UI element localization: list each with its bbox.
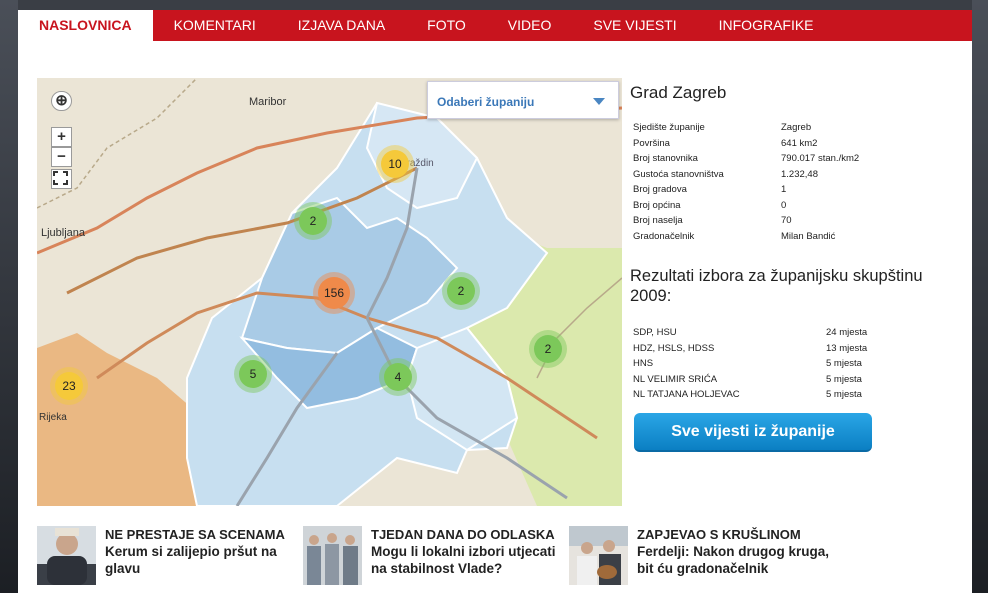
party-name: NL VELIMIR SRIĆA: [633, 373, 718, 385]
county-info-panel: Grad Zagreb Sjedište županije Zagreb Povr…: [630, 78, 960, 452]
party-seats: 5 mjesta: [826, 373, 862, 385]
fact-label: Broj naselja: [633, 215, 683, 226]
fact-value: 641 km2: [781, 137, 818, 149]
fullscreen-icon[interactable]: [51, 169, 72, 189]
cluster-count: 156: [318, 277, 350, 309]
county-news-button[interactable]: Sve vijesti iz županije: [634, 413, 872, 452]
result-row: NL TATJANA HOLJEVAC 5 mjesta: [633, 389, 883, 405]
fact-row: Gustoća stanovništva 1.232,48: [633, 169, 933, 185]
cluster-count: 2: [534, 335, 562, 363]
party-seats: 5 mjesta: [826, 358, 862, 369]
tab-naslovnica[interactable]: NASLOVNICA: [18, 10, 153, 41]
cluster-count: 4: [384, 363, 412, 391]
tab-foto[interactable]: FOTO: [406, 10, 487, 41]
election-results: SDP, HSU 24 mjesta HDZ, HSLS, HDSS 13 mjes…: [633, 327, 883, 405]
fact-value: 1: [781, 184, 787, 195]
tab-video[interactable]: VIDEO: [487, 10, 573, 41]
county-select-label: Odaberi županiju: [437, 95, 535, 109]
fact-label: Broj općina: [633, 199, 681, 211]
fact-row: Gradonačelnik Milan Bandić: [633, 231, 933, 247]
party-seats: 24 mjesta: [826, 327, 868, 338]
result-row: HDZ, HSLS, HDSS 13 mjesta: [633, 343, 883, 359]
news-kicker: NE PRESTAJE SA SCENAMA: [105, 527, 285, 542]
fact-value: Zagreb: [781, 122, 812, 133]
fact-label: Površina: [633, 137, 670, 149]
background-right: [970, 0, 988, 593]
map-cluster-marker[interactable]: 10: [376, 145, 414, 183]
fact-row: Broj gradova 1: [633, 184, 933, 200]
fact-row: Broj naselja 70: [633, 215, 933, 231]
result-row: SDP, HSU 24 mjesta: [633, 327, 883, 343]
news-headline[interactable]: Kerum si zalijepio pršut na glavu: [105, 543, 295, 577]
news-thumbnail[interactable]: [569, 526, 628, 585]
fact-row: Broj općina 0: [633, 200, 933, 216]
party-seats: 5 mjesta: [826, 389, 862, 400]
map-cluster-marker[interactable]: 156: [313, 272, 355, 314]
cluster-count: 23: [55, 372, 83, 400]
map-cluster-marker[interactable]: 2: [442, 272, 480, 310]
map-cluster-marker[interactable]: 23: [50, 367, 88, 405]
tab-komentari[interactable]: KOMENTARI: [153, 10, 277, 41]
chevron-down-icon: [593, 98, 605, 105]
county-select[interactable]: Odaberi županiju: [427, 81, 619, 119]
news-item: TJEDAN DANA DO ODLASKA Mogu li lokalni i…: [303, 526, 561, 585]
election-results-title: Rezultati izbora za županijsku skupštinu…: [630, 267, 923, 305]
background-left: [0, 0, 18, 593]
result-row: NL VELIMIR SRIĆA 5 mjesta: [633, 374, 883, 390]
fact-row: Sjedište županije Zagreb: [633, 122, 933, 138]
cluster-count: 5: [239, 360, 267, 388]
party-name: SDP, HSU: [633, 327, 677, 338]
party-name: HNS: [633, 358, 654, 369]
fact-label: Broj gradova: [633, 184, 687, 195]
fact-row: Broj stanovnika 790.017 stan./km2: [633, 153, 933, 169]
party-seats: 13 mjesta: [826, 342, 868, 354]
news-thumbnail[interactable]: [37, 526, 96, 585]
place-label: Maribor: [249, 96, 287, 108]
news-kicker: ZAPJEVAO S KRUŠLINOM: [637, 527, 801, 542]
zoom-in-button[interactable]: +: [51, 127, 72, 147]
map-cluster-marker[interactable]: 2: [529, 330, 567, 368]
result-row: HNS 5 mjesta: [633, 358, 883, 374]
fact-label: Sjedište županije: [633, 122, 705, 133]
news-item: NE PRESTAJE SA SCENAMA Kerum si zalijepi…: [37, 526, 295, 585]
news-thumbnail[interactable]: [303, 526, 362, 585]
county-map[interactable]: ⊕ + − Maribor Ljubljana Rijeka Varaždin …: [37, 78, 622, 506]
place-label: Rijeka: [39, 412, 67, 423]
fact-row: Površina 641 km2: [633, 138, 933, 154]
news-kicker: TJEDAN DANA DO ODLASKA: [371, 527, 555, 542]
fact-value: 70: [781, 215, 792, 226]
news-headline[interactable]: Mogu li lokalni izbori utjecati na stabi…: [371, 543, 561, 577]
cluster-count: 2: [447, 277, 475, 305]
party-name: NL TATJANA HOLJEVAC: [633, 389, 740, 400]
tab-izjava-dana[interactable]: IZJAVA DANA: [277, 10, 406, 41]
main-nav: NASLOVNICA KOMENTARI IZJAVA DANA FOTO VI…: [18, 10, 972, 41]
fact-label: Gradonačelnik: [633, 230, 695, 242]
fact-label: Broj stanovnika: [633, 153, 698, 164]
page: NASLOVNICA KOMENTARI IZJAVA DANA FOTO VI…: [18, 0, 972, 593]
zoom-out-button[interactable]: −: [51, 147, 72, 167]
top-strip: [18, 0, 972, 10]
tab-sve-vijesti[interactable]: SVE VIJESTI: [572, 10, 697, 41]
place-label: Ljubljana: [41, 227, 86, 239]
fact-value: 790.017 stan./km2: [781, 153, 860, 164]
map-cluster-marker[interactable]: 2: [294, 202, 332, 240]
cluster-count: 10: [381, 150, 409, 178]
fact-value: Milan Bandić: [781, 230, 836, 242]
map-cluster-marker[interactable]: 5: [234, 355, 272, 393]
fact-label: Gustoća stanovništva: [633, 168, 724, 180]
county-title: Grad Zagreb: [630, 83, 727, 102]
cluster-count: 2: [299, 207, 327, 235]
party-name: HDZ, HSLS, HDSS: [633, 342, 715, 354]
news-item: ZAPJEVAO S KRUŠLINOM Ferdelji: Nakon dru…: [569, 526, 839, 585]
tab-infografike[interactable]: INFOGRAFIKE: [698, 10, 835, 41]
fact-value: 0: [781, 199, 787, 211]
county-facts: Sjedište županije Zagreb Površina 641 km2 …: [633, 122, 933, 246]
news-headline[interactable]: Ferdelji: Nakon drugog kruga, bit ću gra…: [637, 543, 839, 577]
map-cluster-marker[interactable]: 4: [379, 358, 417, 396]
fact-value: 1.232,48: [781, 168, 818, 180]
locate-button[interactable]: ⊕: [51, 91, 72, 111]
